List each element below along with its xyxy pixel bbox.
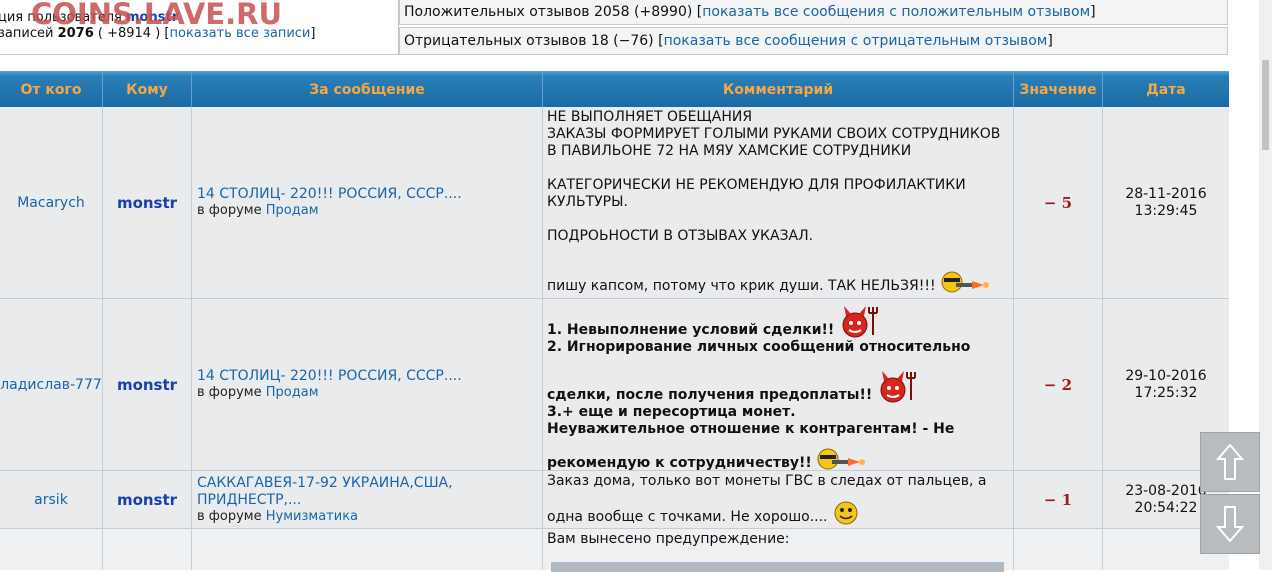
forum-line: в форуме Нумизматика [197,509,542,525]
feedback-summary: Положительных отзывов 2058 (+8990) [пока… [399,0,1229,55]
to-user-link[interactable]: monstr [117,376,177,394]
from-user-link[interactable]: Macarych [17,195,85,211]
date-time: 17:25:32 [1134,384,1198,401]
date-cell: 28-11-2016 13:29:45 [1103,107,1229,298]
comment-line: НЕ ВЫПОЛНЯЕТ ОБЕЩАНИЯ [547,109,753,125]
value-cell: − 1 [1014,471,1103,528]
date-day: 29-10-2016 [1125,367,1207,384]
scrollbar-thumb[interactable] [1262,60,1269,150]
to-user-link[interactable]: monstr [117,194,177,212]
scroll-up-button[interactable] [1200,432,1260,492]
from-user-link[interactable]: arsik [34,492,68,508]
header-date[interactable]: Дата [1103,71,1229,107]
comment-cell: Заказ дома, только вот монеты ГВС в след… [543,471,1014,528]
smiley-gun-icon [941,271,990,293]
comment-line: КАТЕГОРИЧЕСКИ НЕ РЕКОМЕНДУЮ ДЛЯ ПРОФИЛАК… [547,177,966,193]
table-row: Macarych monstr 14 СТОЛИЦ- 220!!! РОССИЯ… [0,107,1229,299]
header-to[interactable]: Кому [103,71,192,107]
date-day: 23-08-2016 [1125,482,1207,499]
comment-line: Заказ дома, только вот монеты ГВС в след… [547,473,987,489]
header-from[interactable]: От кого [0,71,103,107]
scroll-down-button[interactable] [1200,494,1260,554]
topic-link[interactable]: САККАГАВЕЯ-17-92 УКРАИНА,США, ПРИДНЕСТР,… [197,475,542,509]
grin-smiley-icon [834,501,858,525]
comment-line: одна вообще с точками. Не хорошо.... [547,509,828,525]
comment-line: сделки, после получения предоплаты!! [547,387,873,403]
user-summary-panel: ция пользователя monstr записей 2076 ( +… [0,0,399,55]
reputation-table: От кого Кому За сообщение Комментарий Зн… [0,71,1229,570]
arrow-up-icon [1215,443,1245,480]
comment-cell: НЕ ВЫПОЛНЯЕТ ОБЕЩАНИЯ ЗАКАЗЫ ФОРМИРУЕТ Г… [543,107,1014,298]
forum-link[interactable]: Продам [266,385,319,400]
comment-line: рекомендую к сотрудничеству!! [547,455,812,471]
comment-line: Вам вынесено предупреждение: [547,531,790,547]
header-message[interactable]: За сообщение [192,71,543,107]
negative-feedback-text: Отрицательных отзывов 18 (−76) [404,33,654,49]
header-value[interactable]: Значение [1014,71,1103,107]
site-watermark: COINS.LAVE.RU [31,0,283,31]
date-time: 20:54:22 [1134,499,1198,516]
comment-line: ПОДРОЬНОСТИ В ОТЗЫВАХ УКАЗАЛ. [547,228,814,244]
date-day: 28-11-2016 [1125,185,1207,202]
forum-prefix: в форуме [197,385,262,400]
positive-feedback-text: Положительных отзывов 2058 (+8990) [404,4,693,20]
to-user-link[interactable]: monstr [117,491,177,509]
comment-line: КУЛЬТУРЫ. [547,194,628,210]
negative-feedback-link[interactable]: показать все сообщения с отрицательным о… [664,33,1048,49]
forum-prefix: в форуме [197,203,262,218]
positive-feedback-row: Положительных отзывов 2058 (+8990) [пока… [399,0,1228,25]
comment-line: 3.+ еще и пересортица монет. [547,404,796,420]
from-user-link[interactable]: ладислав-777 [0,377,102,393]
negative-feedback-row: Отрицательных отзывов 18 (−76) [показать… [399,27,1228,55]
topic-link[interactable]: 14 СТОЛИЦ- 220!!! РОССИЯ, СССР.... [197,186,542,203]
positive-feedback-link[interactable]: показать все сообщения с положительным о… [702,4,1090,20]
forum-prefix: в форуме [197,508,262,524]
warning-box [551,562,1004,572]
forum-link[interactable]: Нумизматика [266,509,358,524]
value-cell: − 5 [1014,107,1103,298]
smiley-gun-icon [817,448,866,470]
comment-line: ЗАКАЗЫ ФОРМИРУЕТ ГОЛЫМИ РУКАМИ СВОИХ СОТ… [547,126,1001,142]
comment-cell: 1. Невыполнение условий сделки!! 2. Игно… [543,299,1014,471]
devil-smiley-icon [842,306,878,338]
comment-line: пишу капсом, потому что крик души. ТАК Н… [547,278,936,294]
devil-smiley-icon [880,371,916,403]
topic-link[interactable]: 14 СТОЛИЦ- 220!!! РОССИЯ, СССР.... [197,368,542,385]
table-row: arsik monstr САККАГАВЕЯ-17-92 УКРАИНА,СШ… [0,471,1229,529]
table-header: От кого Кому За сообщение Комментарий Зн… [0,71,1229,107]
date-time: 13:29:45 [1134,202,1198,219]
comment-line: Неуважительное отношение к контрагентам!… [547,421,955,437]
page-scrollbar[interactable] [1259,0,1272,570]
header-comment[interactable]: Комментарий [543,71,1014,107]
value-cell: − 2 [1014,299,1103,470]
forum-line: в форуме Продам [197,203,542,219]
forum-link[interactable]: Продам [266,203,319,218]
arrow-down-icon [1215,506,1245,543]
comment-line: В ПАВИЛЬОНЕ 72 НА МЯУ ХАМСКИЕ СОТРУДНИКИ [547,143,912,159]
table-row: ладислав-777 monstr 14 СТОЛИЦ- 220!!! РО… [0,299,1229,471]
comment-line: 2. Игнорирование личных сообщений относи… [547,339,971,355]
comment-line: 1. Невыполнение условий сделки!! [547,322,835,338]
forum-line: в форуме Продам [197,385,542,401]
